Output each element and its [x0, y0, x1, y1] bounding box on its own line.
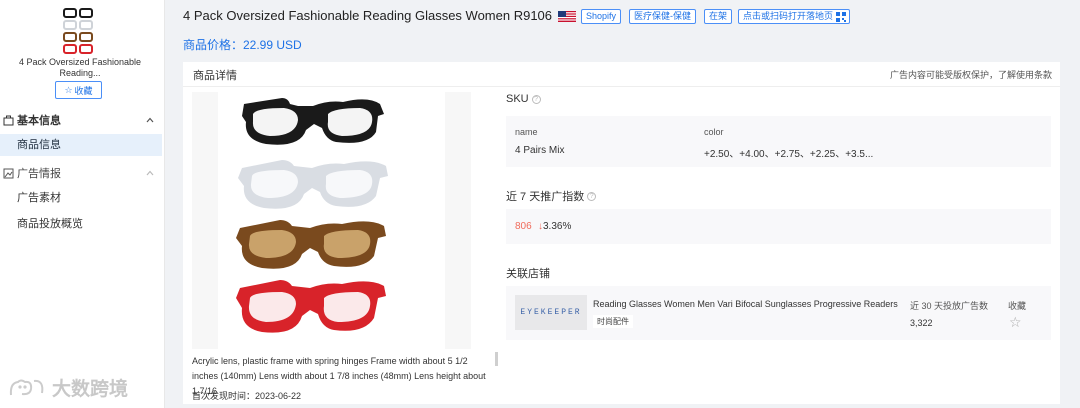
copyright-note-text[interactable]: 广告内容可能受版权保护，了解使用条款	[890, 70, 1052, 80]
nav-group-ad-intel[interactable]: 广告情报	[0, 163, 165, 183]
card-title: 商品详情	[193, 70, 237, 82]
thumbnail-product-name: 4 Pack Oversized Fashionable Reading...	[18, 57, 142, 78]
sku-color-value: +2.50、+4.00、+2.75、+2.25、+3.5...	[704, 149, 874, 160]
nav-group-label: 广告情报	[17, 168, 61, 180]
category-tag[interactable]: 医疗保健-保健	[629, 9, 696, 24]
help-icon[interactable]: ?	[531, 94, 541, 104]
glasses-black	[242, 98, 384, 145]
star-icon[interactable]: ☆	[1009, 314, 1022, 331]
first-seen-time: 首次发现时间：2023-06-22	[192, 391, 302, 401]
product-price: 商品价格：22.99 USD	[183, 38, 302, 52]
favorite-label: 收藏	[74, 85, 93, 96]
watermark-text: 大数跨境	[52, 379, 129, 400]
sku-name-header: name	[515, 127, 538, 137]
glasses-tortoise	[236, 220, 386, 269]
divider	[183, 86, 1060, 87]
reading-glasses-image	[236, 98, 388, 333]
sidebar-item-ad-creatives[interactable]: 广告素材	[0, 187, 162, 209]
watermark-logo-icon	[9, 379, 44, 395]
chevron-up-icon	[146, 117, 154, 123]
platform-tag[interactable]: Shopify	[581, 9, 622, 24]
page: 4 Pack Oversized Fashionable Reading... …	[0, 0, 1080, 408]
image-icon	[3, 168, 14, 178]
chevron-up-icon	[146, 170, 154, 176]
ads-count-header: 近 30 天投放广告数	[910, 301, 989, 311]
nav-group-label: 基本信息	[17, 115, 61, 127]
promo-index-label: 近 7 天推广指数	[506, 191, 585, 203]
product-image[interactable]	[218, 92, 445, 349]
ads-count-value: 3,322	[910, 318, 933, 328]
sku-section-title: SKU ?	[506, 93, 541, 105]
sidebar: 4 Pack Oversized Fashionable Reading... …	[0, 0, 165, 408]
briefcase-icon	[3, 115, 14, 125]
star-icon: ☆	[64, 84, 73, 95]
shop-category-badge: 时尚配件	[593, 315, 633, 328]
watermark: 大数跨境	[8, 374, 128, 401]
product-detail-card: 商品详情 广告内容可能受版权保护，了解使用条款 Acrylic lens, pl…	[183, 62, 1060, 404]
shop-label: 关联店铺	[506, 268, 550, 280]
sidebar-item-product-info[interactable]: 商品信息	[0, 134, 162, 156]
favorite-button[interactable]: ☆ 收藏	[55, 81, 102, 99]
copyright-note: 广告内容可能受版权保护，了解使用条款	[890, 68, 1052, 81]
qr-code-icon	[836, 12, 847, 22]
promo-index-change: ↓3.36%	[538, 221, 571, 232]
product-title: 4 Pack Oversized Fashionable Reading Gla…	[183, 8, 553, 23]
promo-index-section-title: 近 7 天推广指数 ?	[506, 188, 597, 204]
shop-logo[interactable]: EYEKEEPER	[515, 295, 587, 330]
help-icon[interactable]: ?	[587, 191, 597, 201]
landing-page-tag[interactable]: 点击或扫码打开落地页	[738, 9, 851, 24]
shop-card[interactable]: EYEKEEPER Reading Glasses Women Men Vari…	[506, 286, 1051, 340]
shop-section-title: 关联店铺	[506, 265, 550, 281]
glasses-red	[236, 280, 386, 333]
product-image-panel	[192, 92, 471, 349]
promo-index-change-value: 3.36%	[543, 221, 572, 232]
shop-fav-header: 收藏	[1008, 301, 1027, 311]
product-thumbnail[interactable]	[58, 6, 98, 54]
status-tag: 在架	[704, 9, 733, 24]
promo-index-box: 806 ↓3.36%	[506, 209, 1051, 244]
sku-label: SKU	[506, 93, 529, 105]
sku-name-value: 4 Pairs Mix	[515, 145, 565, 156]
sidebar-item-placement-overview[interactable]: 商品投放概览	[0, 213, 162, 235]
landing-page-label: 点击或扫码打开落地页	[743, 11, 834, 21]
sku-color-header: color	[704, 127, 724, 137]
us-flag-icon	[558, 11, 576, 22]
sku-table: name color 4 Pairs Mix +2.50、+4.00、+2.75…	[506, 116, 1051, 167]
description-scrollbar[interactable]	[495, 352, 498, 366]
shop-name[interactable]: Reading Glasses Women Men Vari Bifocal S…	[593, 299, 898, 309]
glasses-clear	[238, 160, 388, 209]
nav-group-basic-info[interactable]: 基本信息	[0, 110, 165, 130]
promo-index-value: 806	[515, 221, 532, 232]
